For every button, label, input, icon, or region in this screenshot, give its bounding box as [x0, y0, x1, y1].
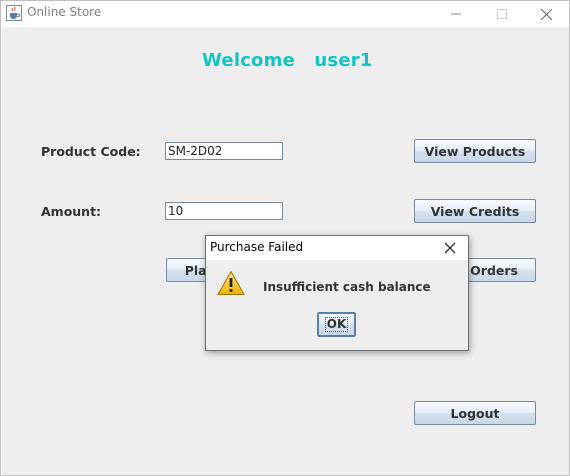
view-products-button[interactable]: View Products [414, 139, 536, 163]
ok-button-label: OK [324, 317, 349, 332]
minimize-icon [451, 13, 461, 15]
dialog-close-icon[interactable] [442, 240, 458, 256]
maximize-button[interactable] [479, 1, 525, 27]
product-code-field[interactable] [165, 142, 283, 160]
dialog-titlebar[interactable]: Purchase Failed [206, 236, 468, 260]
close-button[interactable] [523, 1, 569, 27]
amount-field[interactable] [165, 202, 283, 220]
product-code-label: Product Code: [41, 144, 141, 159]
close-icon [540, 8, 552, 20]
ok-button[interactable]: OK [316, 311, 357, 338]
window-titlebar[interactable]: Online Store [1, 1, 569, 27]
logout-button[interactable]: Logout [414, 401, 536, 425]
warning-icon [217, 271, 245, 295]
window-title: Online Store [27, 5, 102, 19]
amount-label: Amount: [41, 204, 102, 219]
view-credits-button[interactable]: View Credits [414, 199, 536, 223]
minimize-button[interactable] [433, 1, 479, 27]
dialog-message: Insufficient cash balance [263, 280, 431, 294]
maximize-icon [497, 9, 507, 19]
welcome-heading: Welcome user1 [202, 50, 373, 71]
java-cup-icon [6, 5, 22, 21]
dialog-title: Purchase Failed [210, 240, 304, 254]
purchase-failed-dialog: Purchase Failed Insufficient cash balanc… [205, 235, 469, 351]
